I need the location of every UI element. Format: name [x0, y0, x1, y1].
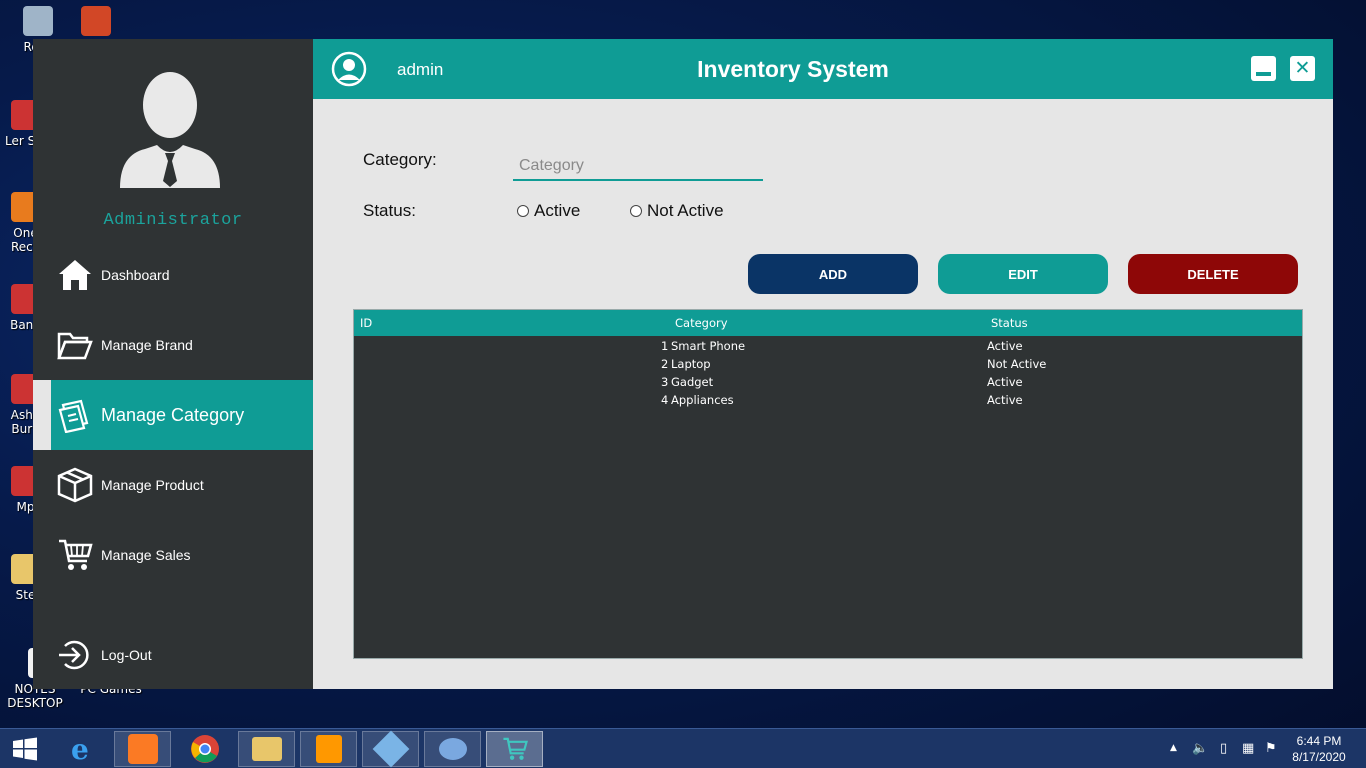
recycle-bin-icon	[23, 6, 53, 36]
cell-id: 4	[661, 393, 669, 407]
home-icon	[55, 255, 95, 295]
sidebar-item-manage-sales[interactable]: Manage Sales	[33, 520, 313, 590]
sidebar-item-manage-brand[interactable]: Manage Brand	[33, 310, 313, 380]
logout-icon	[55, 635, 95, 675]
taskbar-internet-explorer[interactable]: e	[52, 731, 109, 767]
radio-label: Not Active	[647, 201, 724, 220]
svg-text:e: e	[71, 734, 89, 764]
cell-status: Not Active	[987, 357, 1047, 371]
sidebar-item-label: Manage Product	[101, 477, 204, 493]
main-panel: admin Inventory System ✕ Category: Statu…	[313, 39, 1333, 689]
add-button[interactable]: ADD	[748, 254, 918, 294]
sidebar-item-manage-category[interactable]: Manage Category	[33, 380, 313, 450]
radio-circle-icon	[517, 205, 529, 217]
sidebar: Administrator Dashboard Manage Brand Man…	[33, 39, 313, 689]
cell-category: Appliances	[671, 393, 734, 407]
header-bar: admin Inventory System ✕	[313, 39, 1333, 99]
system-clock[interactable]: 6:44 PM 8/17/2020	[1284, 733, 1354, 765]
cell-status: Active	[987, 339, 1023, 353]
cell-category: Gadget	[671, 375, 714, 389]
table-row[interactable]: 2 Laptop Not Active	[354, 355, 1302, 373]
sidebar-item-label: Dashboard	[101, 267, 170, 283]
taskbar-chrome[interactable]	[176, 731, 233, 767]
cell-id: 3	[661, 375, 669, 389]
desktop-icon-label: Mp	[16, 500, 35, 514]
taskbar-dolphin[interactable]	[424, 731, 481, 767]
column-header-status[interactable]: Status	[991, 316, 1028, 330]
sidebar-item-dashboard[interactable]: Dashboard	[33, 240, 313, 310]
tray-expand-icon[interactable]: ▲	[1170, 743, 1177, 753]
taskbar-inventory-app[interactable]	[486, 731, 543, 767]
cell-status: Active	[987, 393, 1023, 407]
volume-icon[interactable]: 🔈	[1192, 741, 1208, 756]
minimize-button[interactable]	[1251, 56, 1276, 81]
table-row[interactable]: 3 Gadget Active	[354, 373, 1302, 391]
windows-logo-icon	[13, 737, 37, 761]
sidebar-item-logout[interactable]: Log-Out	[33, 620, 313, 690]
close-button[interactable]: ✕	[1290, 56, 1315, 81]
table-row[interactable]: 1 Smart Phone Active	[354, 337, 1302, 355]
cell-category: Smart Phone	[671, 339, 746, 353]
administrator-avatar-icon	[120, 72, 220, 188]
status-label: Status:	[363, 201, 416, 220]
sublime-icon	[315, 735, 342, 763]
desktop-icon-powerpoint[interactable]	[76, 6, 116, 40]
category-icon	[55, 395, 95, 435]
column-header-id[interactable]: ID	[360, 316, 372, 330]
sidebar-item-label: Log-Out	[101, 647, 152, 663]
inventory-app-window: Administrator Dashboard Manage Brand Man…	[33, 39, 1333, 689]
sidebar-item-label: Manage Category	[101, 404, 245, 425]
taskbar-sublime[interactable]	[300, 731, 357, 767]
column-header-category[interactable]: Category	[675, 316, 728, 330]
status-radio-active[interactable]: Active	[517, 201, 580, 221]
cell-id: 2	[661, 357, 669, 371]
sidebar-item-label: Manage Sales	[101, 547, 191, 563]
edit-button[interactable]: EDIT	[938, 254, 1108, 294]
taskbar-xampp[interactable]	[114, 731, 171, 767]
taskbar-file-explorer[interactable]	[238, 731, 295, 767]
battery-icon[interactable]: ▯	[1220, 741, 1227, 756]
page-title: Inventory System	[697, 56, 889, 82]
clock-date: 8/17/2020	[1292, 750, 1346, 764]
cell-category: Laptop	[671, 357, 711, 371]
category-input[interactable]	[513, 147, 763, 181]
admin-role-label: Administrator	[103, 211, 243, 230]
chrome-icon	[190, 735, 219, 763]
folder-icon	[55, 325, 95, 365]
network-icon[interactable]: ▦	[1242, 741, 1254, 756]
status-radio-not-active[interactable]: Not Active	[630, 201, 724, 221]
start-button[interactable]	[0, 731, 50, 767]
sidebar-item-manage-product[interactable]: Manage Product	[33, 450, 313, 520]
dolphin-icon	[438, 738, 467, 760]
sidebar-item-label: Manage Brand	[101, 337, 193, 353]
delete-button[interactable]: DELETE	[1128, 254, 1298, 294]
folder-icon	[251, 737, 282, 761]
category-table[interactable]: ID Category Status 1 Smart Phone Active …	[353, 309, 1303, 659]
radio-label: Active	[534, 201, 581, 220]
cell-id: 1	[661, 339, 669, 353]
table-header: ID Category Status	[354, 310, 1302, 336]
action-center-flag-icon[interactable]: ⚑	[1265, 741, 1277, 756]
cell-status: Active	[987, 375, 1023, 389]
cart-icon	[55, 535, 95, 575]
internet-explorer-icon: e	[71, 734, 89, 764]
taskbar: e ▲ 🔈 ▯ ▦ ⚑ 6:44 PM 8/17/2020	[0, 728, 1366, 768]
radio-circle-icon	[630, 205, 642, 217]
xampp-icon	[127, 734, 158, 764]
virtualbox-icon	[372, 730, 409, 768]
table-row[interactable]: 4 Appliances Active	[354, 391, 1302, 409]
powerpoint-icon	[81, 6, 111, 36]
category-label: Category:	[363, 150, 437, 169]
clock-time: 6:44 PM	[1296, 734, 1342, 748]
cart-icon	[502, 737, 528, 760]
box-icon	[55, 465, 95, 505]
taskbar-virtualbox[interactable]	[362, 730, 419, 768]
